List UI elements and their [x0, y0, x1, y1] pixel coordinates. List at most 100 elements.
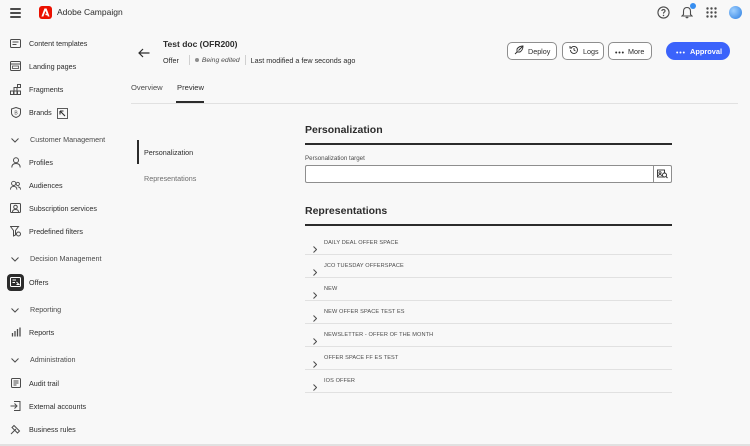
representation-row[interactable]: DAILY DEAL OFFER SPACE [305, 232, 672, 255]
tab-overview[interactable]: Overview [131, 83, 163, 92]
deploy-label: Deploy [528, 46, 551, 56]
status-text: Being edited [201, 56, 240, 64]
sidebar-section-decision-management[interactable]: Decision Management [0, 250, 118, 266]
notification-bell-icon[interactable] [680, 3, 696, 19]
sidebar-section-reporting[interactable]: Reporting [0, 301, 118, 317]
sidebar-item-content-templates[interactable]: Content templates [0, 34, 118, 52]
last-modified: Last modified a few seconds ago [250, 55, 356, 65]
representation-label: IOS OFFER [324, 378, 356, 384]
document-meta: Offer Being edited Last modified a few s… [163, 55, 355, 65]
sidebar-item-landing-pages[interactable]: Landing pages [0, 57, 118, 75]
representation-label: NEW [324, 286, 338, 292]
sidebar-section-administration[interactable]: Administration [0, 351, 118, 367]
profile-picker-icon[interactable] [653, 166, 671, 182]
sidebar-item-label: Profiles [29, 157, 53, 167]
representation-label: DAILY DEAL OFFER SPACE [324, 240, 399, 246]
representations-heading: Representations [305, 205, 388, 217]
landing-pages-icon [10, 61, 21, 72]
sidebar-item-fragments[interactable]: Fragments [0, 80, 118, 98]
sidebar-item-label: Fragments [29, 84, 64, 94]
document-type: Offer [163, 55, 179, 65]
chevron-down-icon [11, 300, 19, 318]
representation-label: OFFER SPACE FF ES TEST [324, 355, 399, 361]
chevron-right-icon [313, 378, 318, 396]
cursor-icon [57, 106, 68, 124]
apps-grid-icon[interactable] [704, 5, 718, 19]
sidebar: Content templates Landing pages Fragment… [0, 30, 118, 446]
offers-icon [7, 273, 24, 291]
business-rules-icon [10, 424, 21, 435]
more-label: More [628, 46, 645, 56]
sidebar-item-label: Audit trail [29, 378, 59, 388]
sidebar-item-external-accounts[interactable]: External accounts [0, 397, 118, 415]
sidebar-section-label: Administration [30, 354, 76, 364]
subnav-item-personalization[interactable]: Personalization [137, 140, 267, 164]
sidebar-item-label: Content templates [29, 38, 88, 48]
personalization-target-field [305, 165, 672, 186]
subnav-item-representations[interactable]: Representations [137, 166, 267, 190]
status-dot-icon [194, 58, 199, 62]
sidebar-item-offers[interactable]: Offers [0, 273, 118, 291]
status-badge: Being edited [194, 56, 240, 64]
sidebar-item-subscription-services[interactable]: Subscription services [0, 199, 118, 217]
section-divider [305, 224, 672, 226]
approval-label: Approval [690, 46, 723, 56]
user-icon [10, 156, 21, 168]
chevron-down-icon [11, 249, 19, 267]
more-dots-icon [615, 47, 624, 56]
sidebar-item-predefined-filters[interactable]: Predefined filters [0, 222, 118, 240]
representation-label: NEW OFFER SPACE TEST ES [324, 309, 405, 315]
sidebar-item-label: Reports [29, 327, 55, 337]
representation-label: JCO TUESDAY OFFERSPACE [324, 263, 404, 269]
notification-badge [690, 3, 696, 9]
sidebar-item-label: Offers [29, 277, 49, 287]
personalization-heading: Personalization [305, 124, 383, 136]
tab-active-indicator [176, 101, 204, 103]
audiences-icon [10, 180, 21, 191]
sidebar-item-business-rules[interactable]: Business rules [0, 420, 118, 438]
app-title: Adobe Campaign [57, 7, 123, 17]
more-button[interactable]: More [608, 42, 652, 60]
sidebar-item-label: Brands [29, 107, 52, 117]
chevron-down-icon [11, 350, 19, 368]
sidebar-item-label: Landing pages [29, 61, 77, 71]
audit-trail-icon [10, 378, 21, 389]
representation-row[interactable]: IOS OFFER [305, 370, 672, 393]
divider [188, 55, 190, 65]
sidebar-item-profiles[interactable]: Profiles [0, 153, 118, 171]
back-arrow-icon[interactable] [138, 45, 150, 58]
adobe-logo-icon [39, 6, 52, 19]
page-title: Test doc (OFR200) [163, 39, 238, 49]
representation-row[interactable]: NEWSLETTER - OFFER OF THE MONTH [305, 324, 672, 347]
sidebar-section-customer-management[interactable]: Customer Management [0, 131, 118, 147]
sidebar-item-label: Predefined filters [29, 226, 83, 236]
sidebar-item-label: Audiences [29, 180, 63, 190]
svg-text:B: B [14, 110, 18, 116]
more-dots-icon [676, 47, 685, 56]
approval-button[interactable]: Approval [666, 42, 730, 60]
personalization-target-label: Personalization target [305, 155, 365, 162]
brands-icon: B [10, 106, 21, 118]
tab-preview[interactable]: Preview [177, 83, 204, 92]
personalization-target-input[interactable] [306, 169, 654, 186]
menu-icon[interactable] [10, 8, 21, 18]
user-avatar[interactable] [728, 5, 742, 19]
deploy-icon [514, 45, 524, 57]
sidebar-item-audiences[interactable]: Audiences [0, 176, 118, 194]
help-icon[interactable] [656, 5, 670, 19]
logs-button[interactable]: Logs [562, 42, 604, 60]
representation-row[interactable]: NEW OFFER SPACE TEST ES [305, 301, 672, 324]
content-templates-icon [10, 38, 21, 49]
subscription-icon [10, 203, 21, 214]
deploy-button[interactable]: Deploy [507, 42, 557, 60]
sidebar-section-label: Customer Management [30, 134, 106, 144]
sidebar-item-brands[interactable]: B Brands [0, 103, 118, 121]
sidebar-section-label: Decision Management [30, 253, 102, 263]
representation-row[interactable]: OFFER SPACE FF ES TEST [305, 347, 672, 370]
representation-row[interactable]: NEW [305, 278, 672, 301]
representation-row[interactable]: JCO TUESDAY OFFERSPACE [305, 255, 672, 278]
sidebar-item-audit-trail[interactable]: Audit trail [0, 374, 118, 392]
history-icon [569, 45, 579, 57]
sidebar-item-reports[interactable]: Reports [0, 323, 118, 341]
divider [244, 55, 246, 65]
